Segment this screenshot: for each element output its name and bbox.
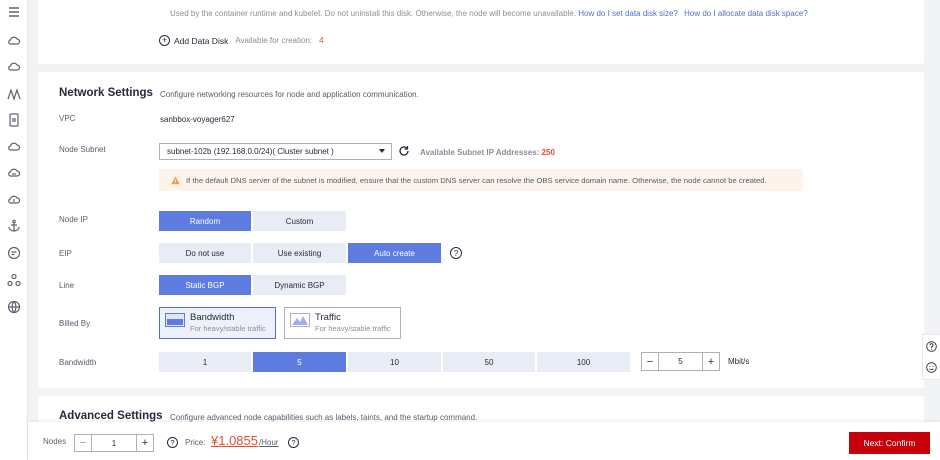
node-ip-toggle: Random Custom [159,211,348,231]
cloud-icon[interactable] [6,33,22,49]
bandwidth-option-100[interactable]: 100 [537,352,630,372]
line-dynamic-bgp-button[interactable]: Dynamic BGP [253,275,346,295]
node-subnet-label: Node Subnet [59,145,106,154]
billing-traffic-text: Traffic For heavy/stable traffic [315,312,391,334]
line-static-bgp-button[interactable]: Static BGP [159,275,251,295]
billed-by-label: Billed By [59,319,91,328]
dns-warning-text: If the default DNS server of the subnet … [186,175,767,185]
next-confirm-button[interactable]: Next: Confirm [849,432,930,454]
bandwidth-label: Bandwidth [59,358,97,367]
billing-bandwidth-title: Bandwidth [190,312,235,323]
disk-tip: Used by the container runtime and kubele… [170,9,808,18]
billing-traffic-card[interactable]: Traffic For heavy/stable traffic [284,307,401,339]
dns-warning-banner: If the default DNS server of the subnet … [159,169,803,191]
nodes-increment-button[interactable]: + [136,435,153,451]
available-ip-count: 250 [541,148,555,157]
cloud-icon[interactable] [6,59,22,75]
available-ip-label: Available Subnet IP Addresses: [420,148,540,157]
help-icon[interactable]: ? [288,437,299,448]
advanced-settings-title: Advanced Settings [59,410,163,422]
bandwidth-input[interactable]: 5 [659,353,702,370]
circle-icon[interactable] [6,245,22,261]
chart-icon[interactable] [6,86,22,102]
advanced-settings-description: Configure advanced node capabilities suc… [170,413,478,422]
cloud-icon[interactable] [6,139,22,155]
billing-traffic-subtitle: For heavy/stable traffic [315,324,391,333]
add-data-disk-button[interactable]: + Add Data Disk Available for creation: … [159,35,324,46]
left-nav [0,0,28,460]
disk-settings-card: Used by the container runtime and kubele… [38,0,924,64]
cloud-icon[interactable] [6,192,22,208]
help-icon[interactable]: ? [167,437,178,448]
nodes-label: Nodes [43,437,67,446]
node-subnet-select[interactable]: subnet-102b (192.168.0.0/24)( Cluster su… [159,143,392,160]
chevron-down-icon [379,149,385,153]
available-ip-info: Available Subnet IP Addresses: 250 [420,148,555,157]
billing-bandwidth-text: Bandwidth For heavy/stable traffic [190,312,266,334]
vpc-label: VPC [59,114,76,123]
nodes-decrement-button[interactable]: − [75,435,92,451]
warning-icon [171,175,180,184]
eip-do-not-use-button[interactable]: Do not use [159,243,251,263]
line-toggle: Static BGP Dynamic BGP [159,275,348,295]
bandwidth-option-1[interactable]: 1 [159,352,251,372]
available-for-creation-label: Available for creation: [235,36,313,45]
cloud-icon[interactable] [6,165,22,181]
billing-bandwidth-card[interactable]: Bandwidth For heavy/stable traffic [159,307,276,339]
network-settings-card: Network Settings Configure networking re… [38,72,924,388]
eip-use-existing-button[interactable]: Use existing [253,243,346,263]
footer-bar: Nodes − 1 + ? Price: ¥1.0855 /Hour ? Nex… [28,422,940,460]
billing-traffic-title: Traffic [315,312,341,323]
main-content: Used by the container runtime and kubele… [28,0,940,460]
network-icon[interactable] [6,272,22,288]
bandwidth-option-5[interactable]: 5 [253,352,346,372]
network-settings-description: Configure networking resources for node … [160,90,419,99]
node-ip-custom-button[interactable]: Custom [253,211,346,231]
anchor-icon[interactable] [6,218,22,234]
bandwidth-options: 1 5 10 50 100 [159,352,632,372]
available-for-creation-count: 4 [319,36,324,45]
billing-bandwidth-subtitle: For heavy/stable traffic [190,324,266,333]
traffic-icon [290,313,310,327]
bandwidth-icon [165,313,185,327]
disk-tip-text: Used by the container runtime and kubele… [170,9,577,18]
bandwidth-stepper: − 5 + [641,352,720,371]
floating-help-tab [922,334,940,380]
menu-icon[interactable] [6,4,22,20]
nodes-input[interactable]: 1 [92,435,136,451]
refresh-icon[interactable] [397,144,411,158]
plus-circle-icon: + [159,35,170,46]
globe-icon[interactable] [6,299,22,315]
price-value[interactable]: ¥1.0855 [211,433,258,448]
node-ip-label: Node IP [59,215,88,224]
phone-icon[interactable] [6,112,22,128]
vpc-value: sanbbox-voyager627 [160,115,235,124]
allocate-disk-space-link[interactable]: How do I allocate data disk space? [684,9,808,18]
add-data-disk-label: Add Data Disk [174,35,229,46]
help-icon[interactable]: ? [450,247,462,259]
node-subnet-value: subnet-102b (192.168.0.0/24)( Cluster su… [167,147,334,156]
nodes-stepper: − 1 + [74,434,154,452]
price-label: Price: [185,438,206,447]
price-unit: /Hour [259,438,279,447]
eip-auto-create-button[interactable]: Auto create [348,243,441,263]
line-label: Line [59,281,75,290]
node-ip-random-button[interactable]: Random [159,211,251,231]
eip-toggle: Do not use Use existing Auto create [159,243,443,263]
data-disk-size-link[interactable]: How do I set data disk size? [578,9,678,18]
bandwidth-unit: Mbit/s [728,357,750,366]
eip-label: EIP [59,249,72,258]
decrement-button[interactable]: − [642,353,659,370]
network-settings-title: Network Settings [59,87,153,99]
help-icon[interactable] [926,341,937,352]
smiley-icon[interactable] [926,362,937,373]
increment-button[interactable]: + [702,353,719,370]
bandwidth-option-50[interactable]: 50 [443,352,535,372]
bandwidth-option-10[interactable]: 10 [348,352,441,372]
